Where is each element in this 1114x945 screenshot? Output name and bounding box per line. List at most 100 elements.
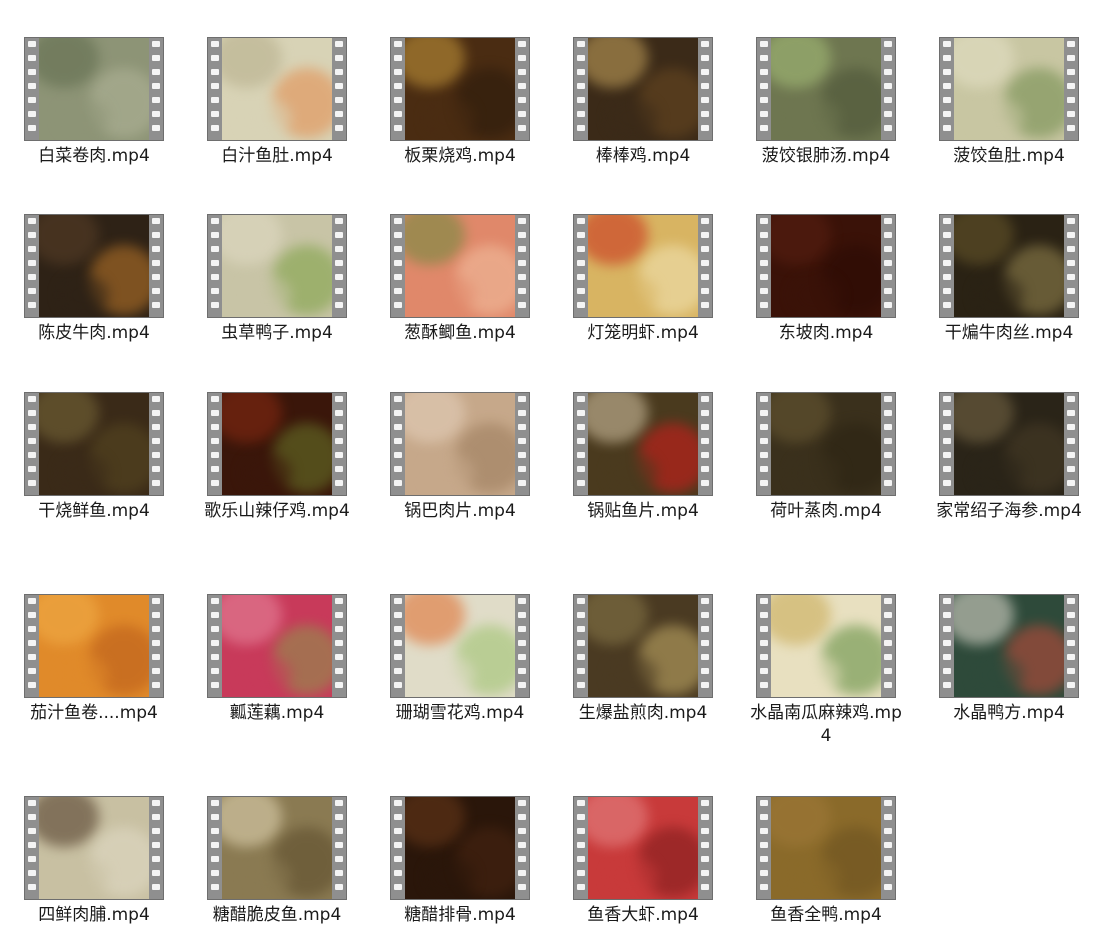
video-frame-preview: [39, 595, 149, 697]
file-name-label: 菠饺鱼肚.mp4: [953, 146, 1065, 166]
video-frame-preview: [771, 38, 881, 140]
file-name-label: 茄汁鱼卷....mp4: [30, 703, 158, 723]
video-frame-preview: [954, 595, 1064, 697]
film-strip-icon: [881, 215, 895, 317]
video-frame-preview: [771, 215, 881, 317]
video-thumbnail: [939, 594, 1079, 698]
film-strip-icon: [25, 797, 39, 899]
video-thumbnail: [207, 594, 347, 698]
video-thumbnail: [573, 214, 713, 318]
file-name-label: 锅贴鱼片.mp4: [587, 501, 699, 521]
film-strip-icon: [515, 393, 529, 495]
video-frame-preview: [588, 393, 698, 495]
video-thumbnail: [24, 796, 164, 900]
video-frame-preview: [222, 38, 332, 140]
video-thumbnail: [207, 214, 347, 318]
video-frame-preview: [954, 38, 1064, 140]
film-strip-icon: [698, 215, 712, 317]
film-strip-icon: [391, 595, 405, 697]
film-strip-icon: [757, 595, 771, 697]
video-frame-preview: [954, 393, 1064, 495]
video-frame-preview: [588, 797, 698, 899]
video-thumbnail: [756, 392, 896, 496]
video-frame-preview: [771, 595, 881, 697]
film-strip-icon: [25, 38, 39, 140]
film-strip-icon: [391, 38, 405, 140]
video-frame-preview: [405, 38, 515, 140]
video-thumbnail: [207, 796, 347, 900]
film-strip-icon: [149, 797, 163, 899]
video-thumbnail: [390, 37, 530, 141]
video-thumbnail: [24, 37, 164, 141]
file-name-label: 歌乐山辣仔鸡.mp4: [204, 501, 350, 521]
video-frame-preview: [39, 797, 149, 899]
film-strip-icon: [574, 393, 588, 495]
file-name-label: 生爆盐煎肉.mp4: [578, 703, 708, 723]
film-strip-icon: [574, 215, 588, 317]
file-name-label: 鱼香全鸭.mp4: [770, 905, 882, 925]
film-strip-icon: [208, 38, 222, 140]
film-strip-icon: [757, 38, 771, 140]
film-strip-icon: [881, 393, 895, 495]
video-thumbnail: [756, 214, 896, 318]
file-name-label: 干煸牛肉丝.mp4: [944, 323, 1074, 343]
film-strip-icon: [574, 38, 588, 140]
file-name-label: 陈皮牛肉.mp4: [38, 323, 150, 343]
film-strip-icon: [940, 595, 954, 697]
video-frame-preview: [39, 393, 149, 495]
film-strip-icon: [515, 38, 529, 140]
film-strip-icon: [698, 797, 712, 899]
video-thumbnail: [573, 392, 713, 496]
file-name-label: 东坡肉.mp4: [778, 323, 874, 343]
film-strip-icon: [515, 215, 529, 317]
film-strip-icon: [208, 595, 222, 697]
film-strip-icon: [574, 595, 588, 697]
file-name-label: 虫草鸭子.mp4: [221, 323, 333, 343]
film-strip-icon: [332, 38, 346, 140]
video-thumbnail: [390, 214, 530, 318]
video-frame-preview: [222, 393, 332, 495]
video-thumbnail: [939, 214, 1079, 318]
video-frame-preview: [405, 393, 515, 495]
film-strip-icon: [757, 393, 771, 495]
video-frame-preview: [405, 797, 515, 899]
film-strip-icon: [515, 797, 529, 899]
film-strip-icon: [391, 215, 405, 317]
film-strip-icon: [25, 393, 39, 495]
film-strip-icon: [149, 215, 163, 317]
video-frame-preview: [771, 393, 881, 495]
film-strip-icon: [940, 393, 954, 495]
film-strip-icon: [881, 797, 895, 899]
film-strip-icon: [1064, 393, 1078, 495]
film-strip-icon: [881, 38, 895, 140]
film-strip-icon: [1064, 595, 1078, 697]
file-name-label: 瓤莲藕.mp4: [229, 703, 325, 723]
file-name-label: 锅巴肉片.mp4: [404, 501, 516, 521]
video-frame-preview: [222, 215, 332, 317]
film-strip-icon: [574, 797, 588, 899]
film-strip-icon: [698, 595, 712, 697]
file-name-label: 葱酥鲫鱼.mp4: [404, 323, 516, 343]
video-frame-preview: [588, 38, 698, 140]
video-thumbnail: [390, 796, 530, 900]
film-strip-icon: [1064, 215, 1078, 317]
film-strip-icon: [332, 393, 346, 495]
film-strip-icon: [332, 797, 346, 899]
film-strip-icon: [391, 797, 405, 899]
file-name-label: 糖醋脆皮鱼.mp4: [212, 905, 342, 925]
video-thumbnail: [939, 392, 1079, 496]
video-frame-preview: [39, 38, 149, 140]
video-thumbnail: [939, 37, 1079, 141]
file-name-label: 鱼香大虾.mp4: [587, 905, 699, 925]
video-thumbnail: [573, 594, 713, 698]
video-frame-preview: [405, 595, 515, 697]
file-name-label: 家常绍子海参.mp4: [936, 501, 1082, 521]
video-thumbnail: [573, 37, 713, 141]
file-name-label: 灯笼明虾.mp4: [587, 323, 699, 343]
video-frame-preview: [222, 797, 332, 899]
video-frame-preview: [222, 595, 332, 697]
file-name-label: 白汁鱼肚.mp4: [221, 146, 333, 166]
file-name-label: 干烧鲜鱼.mp4: [38, 501, 150, 521]
video-thumbnail: [756, 37, 896, 141]
video-frame-preview: [39, 215, 149, 317]
